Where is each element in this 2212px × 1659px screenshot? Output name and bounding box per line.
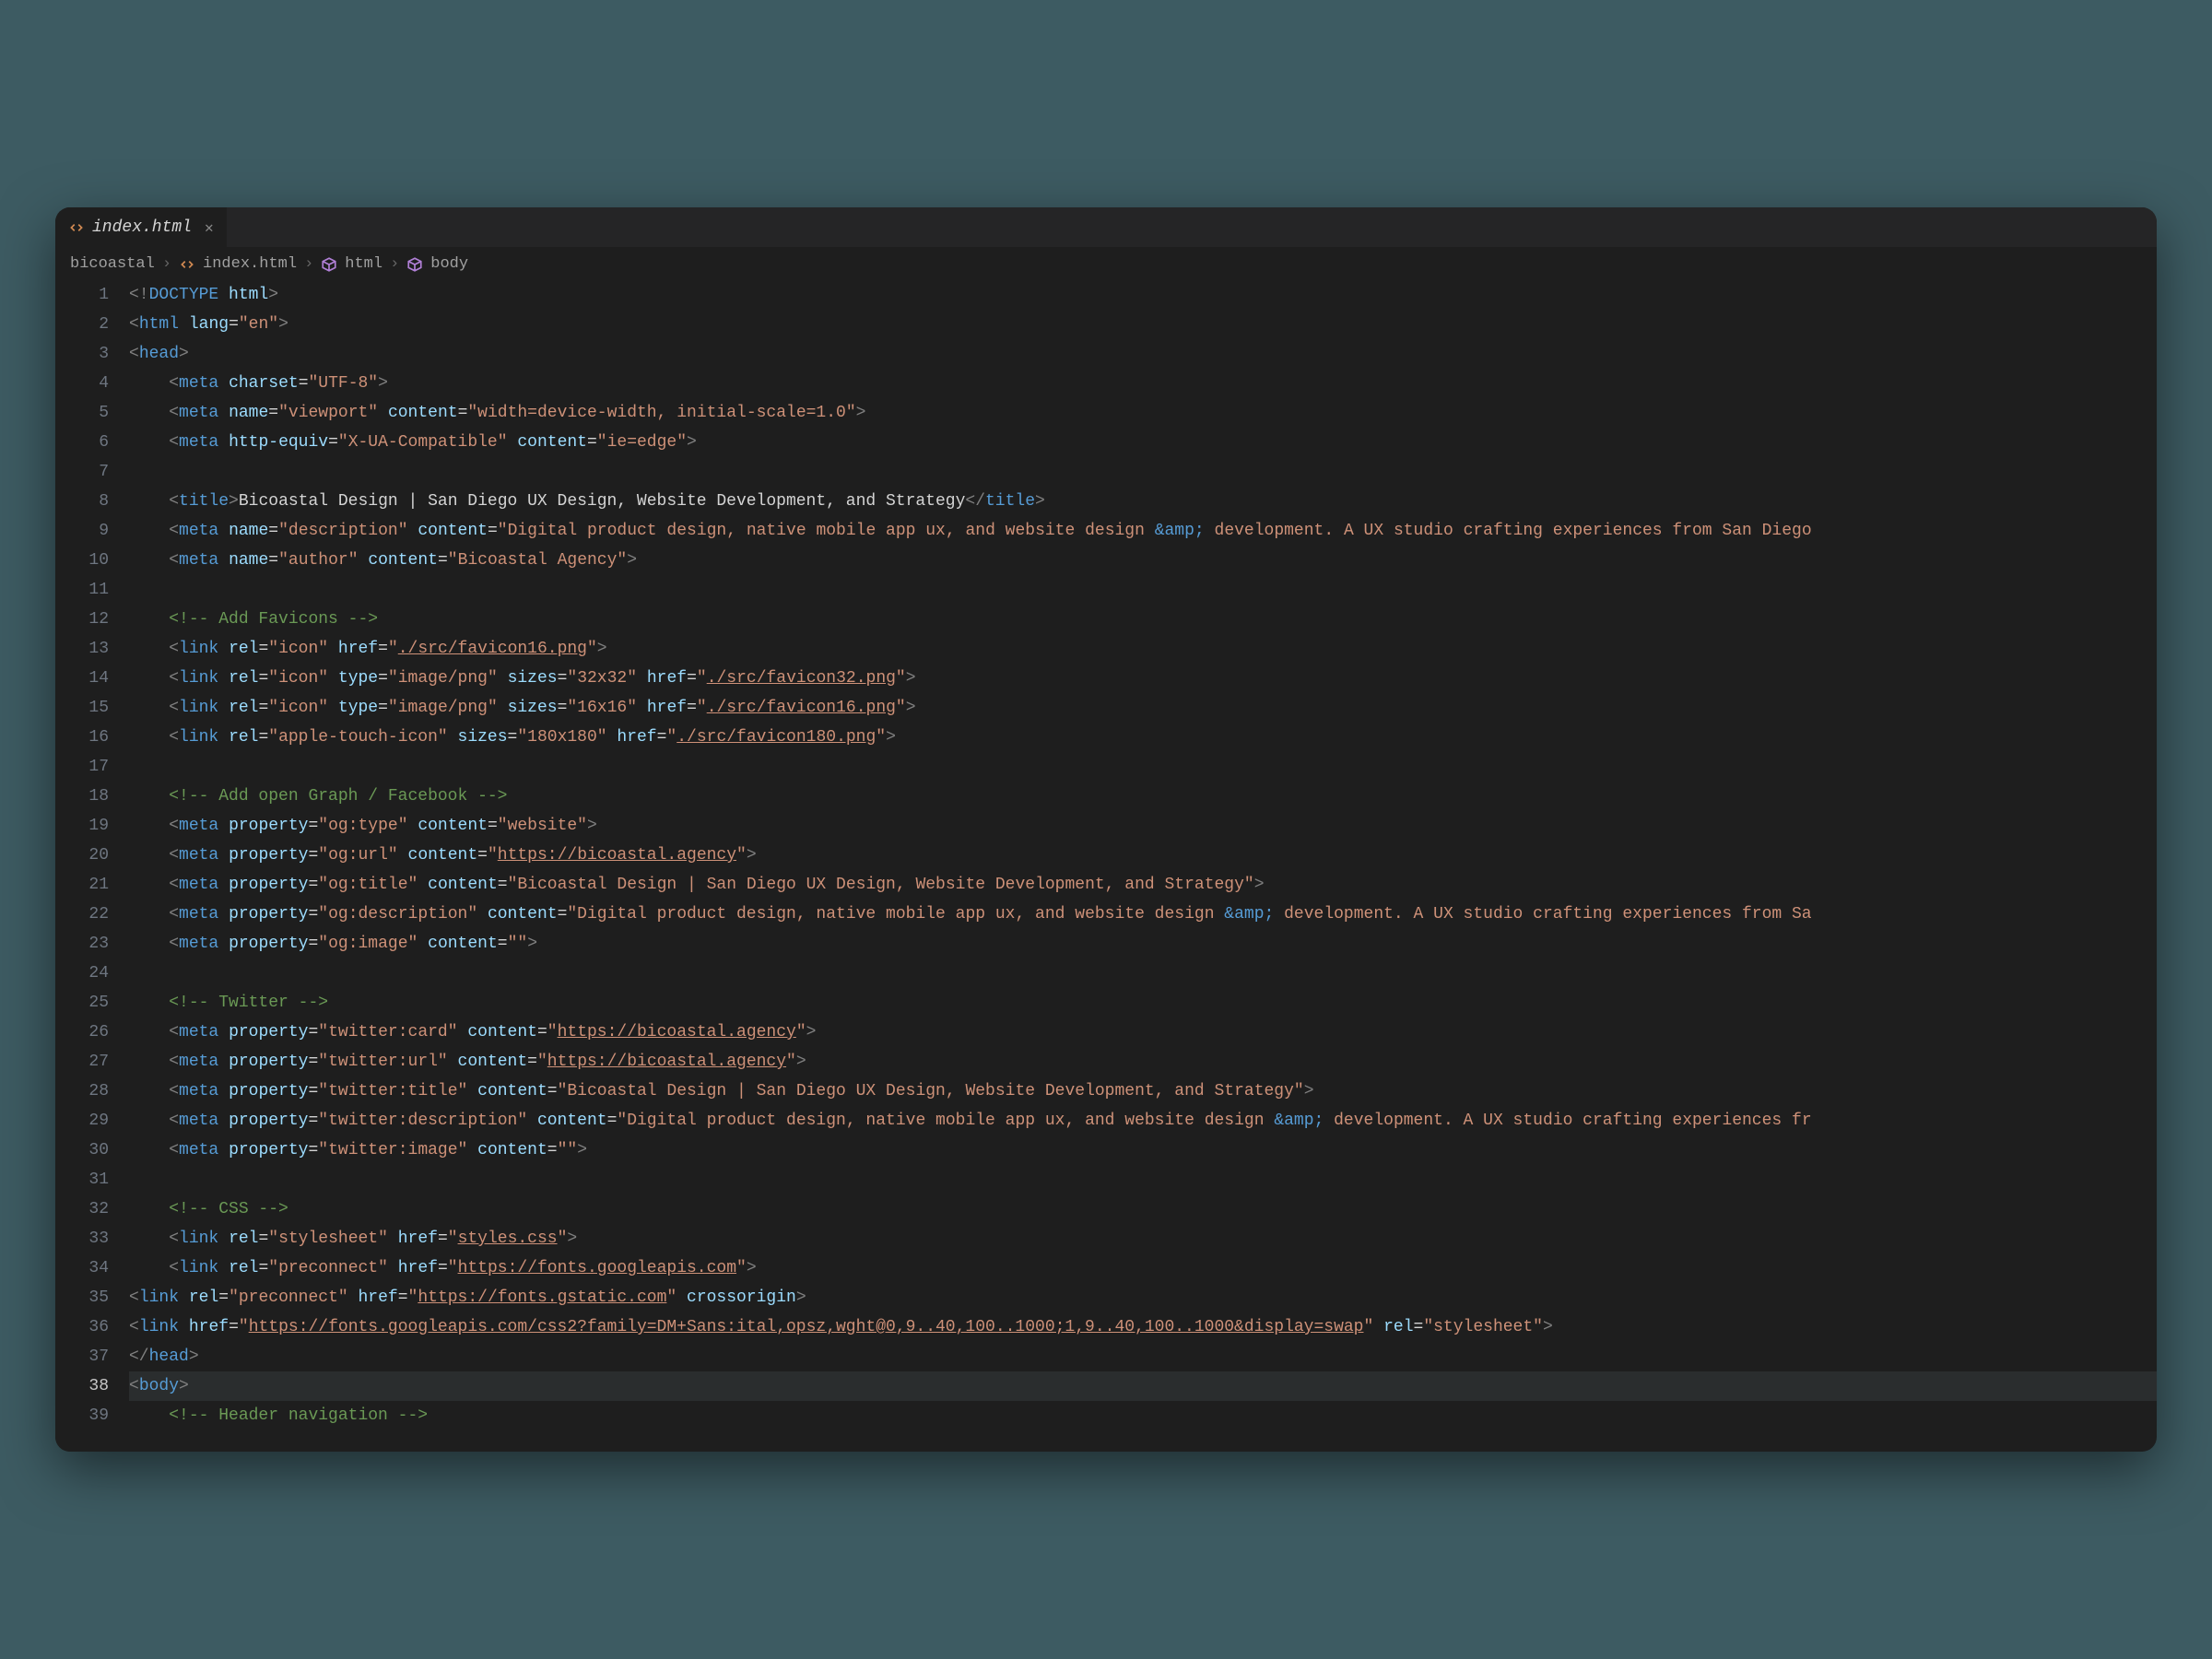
line-number: 9 <box>55 516 109 546</box>
line-number: 37 <box>55 1342 109 1371</box>
file-code-icon <box>179 256 195 273</box>
code-line[interactable] <box>129 752 2157 782</box>
line-number: 22 <box>55 900 109 929</box>
line-number: 1 <box>55 280 109 310</box>
code-line[interactable]: <meta property="twitter:image" content="… <box>129 1135 2157 1165</box>
line-number: 32 <box>55 1194 109 1224</box>
tab-bar: index.html ✕ <box>55 207 2157 248</box>
code-line[interactable]: <link rel="icon" href="./src/favicon16.p… <box>129 634 2157 664</box>
code-line[interactable]: <meta property="og:title" content="Bicoa… <box>129 870 2157 900</box>
line-number: 5 <box>55 398 109 428</box>
line-number: 3 <box>55 339 109 369</box>
line-number: 20 <box>55 841 109 870</box>
line-number: 11 <box>55 575 109 605</box>
code-line[interactable]: <link rel="icon" type="image/png" sizes=… <box>129 664 2157 693</box>
breadcrumb-item[interactable]: index.html <box>203 255 297 273</box>
code-line[interactable]: <link rel="preconnect" href="https://fon… <box>129 1283 2157 1312</box>
code-line[interactable]: <link rel="preconnect" href="https://fon… <box>129 1253 2157 1283</box>
code-line[interactable]: <html lang="en"> <box>129 310 2157 339</box>
code-line[interactable]: <link rel="apple-touch-icon" sizes="180x… <box>129 723 2157 752</box>
line-number: 14 <box>55 664 109 693</box>
tab-filename: index.html <box>92 218 192 237</box>
line-number: 30 <box>55 1135 109 1165</box>
code-line[interactable] <box>129 959 2157 988</box>
breadcrumb: bicoastal › index.html › html › body <box>55 248 2157 280</box>
code-line[interactable]: <meta property="twitter:card" content="h… <box>129 1018 2157 1047</box>
line-number: 18 <box>55 782 109 811</box>
code-line[interactable]: <body> <box>129 1371 2157 1401</box>
breadcrumb-item[interactable]: body <box>430 255 468 273</box>
code-line[interactable]: <meta property="og:type" content="websit… <box>129 811 2157 841</box>
line-number: 16 <box>55 723 109 752</box>
tab-index-html[interactable]: index.html ✕ <box>55 207 228 247</box>
line-number: 8 <box>55 487 109 516</box>
code-line[interactable] <box>129 1165 2157 1194</box>
code-line[interactable]: <meta property="og:url" content="https:/… <box>129 841 2157 870</box>
file-code-icon <box>68 219 85 236</box>
chevron-right-icon: › <box>390 255 399 273</box>
code-line[interactable]: <!-- Add Favicons --> <box>129 605 2157 634</box>
line-number: 35 <box>55 1283 109 1312</box>
code-line[interactable]: <head> <box>129 339 2157 369</box>
line-number: 24 <box>55 959 109 988</box>
line-number: 19 <box>55 811 109 841</box>
chevron-right-icon: › <box>304 255 313 273</box>
breadcrumb-item[interactable]: bicoastal <box>70 255 155 273</box>
code-line[interactable]: <!-- Header navigation --> <box>129 1401 2157 1430</box>
code-line[interactable]: <meta charset="UTF-8"> <box>129 369 2157 398</box>
code-line[interactable]: <link rel="stylesheet" href="styles.css"… <box>129 1224 2157 1253</box>
code-line[interactable]: <!-- Twitter --> <box>129 988 2157 1018</box>
code-line[interactable]: </head> <box>129 1342 2157 1371</box>
breadcrumb-item[interactable]: html <box>345 255 382 273</box>
line-number: 27 <box>55 1047 109 1077</box>
line-number: 25 <box>55 988 109 1018</box>
line-number: 10 <box>55 546 109 575</box>
line-number: 4 <box>55 369 109 398</box>
line-number: 38 <box>55 1371 109 1401</box>
code-line[interactable]: <title>Bicoastal Design | San Diego UX D… <box>129 487 2157 516</box>
line-number: 21 <box>55 870 109 900</box>
code-line[interactable]: <meta http-equiv="X-UA-Compatible" conte… <box>129 428 2157 457</box>
code-line[interactable] <box>129 575 2157 605</box>
line-number: 28 <box>55 1077 109 1106</box>
code-line[interactable]: <link rel="icon" type="image/png" sizes=… <box>129 693 2157 723</box>
code-line[interactable]: <meta name="viewport" content="width=dev… <box>129 398 2157 428</box>
line-number: 2 <box>55 310 109 339</box>
code-line[interactable]: <!DOCTYPE html> <box>129 280 2157 310</box>
line-number: 36 <box>55 1312 109 1342</box>
line-number: 39 <box>55 1401 109 1430</box>
line-number: 12 <box>55 605 109 634</box>
line-number: 29 <box>55 1106 109 1135</box>
close-icon[interactable]: ✕ <box>205 218 214 237</box>
code-line[interactable]: <link href="https://fonts.googleapis.com… <box>129 1312 2157 1342</box>
code-line[interactable]: <!-- Add open Graph / Facebook --> <box>129 782 2157 811</box>
line-number: 23 <box>55 929 109 959</box>
code-line[interactable]: <meta name="description" content="Digita… <box>129 516 2157 546</box>
code-editor[interactable]: 1234567891011121314151617181920212223242… <box>55 280 2157 1452</box>
line-number-gutter: 1234567891011121314151617181920212223242… <box>55 280 129 1452</box>
code-line[interactable]: <meta property="twitter:title" content="… <box>129 1077 2157 1106</box>
line-number: 33 <box>55 1224 109 1253</box>
editor-window: index.html ✕ bicoastal › index.html › ht… <box>55 207 2157 1452</box>
chevron-right-icon: › <box>162 255 171 273</box>
code-area[interactable]: <!DOCTYPE html><html lang="en"><head> <m… <box>129 280 2157 1452</box>
code-line[interactable]: <meta property="og:image" content=""> <box>129 929 2157 959</box>
line-number: 15 <box>55 693 109 723</box>
line-number: 17 <box>55 752 109 782</box>
symbol-icon <box>406 256 423 273</box>
symbol-icon <box>321 256 337 273</box>
line-number: 34 <box>55 1253 109 1283</box>
code-line[interactable] <box>129 457 2157 487</box>
code-line[interactable]: <!-- CSS --> <box>129 1194 2157 1224</box>
line-number: 13 <box>55 634 109 664</box>
code-line[interactable]: <meta property="twitter:description" con… <box>129 1106 2157 1135</box>
line-number: 26 <box>55 1018 109 1047</box>
line-number: 31 <box>55 1165 109 1194</box>
code-line[interactable]: <meta property="og:description" content=… <box>129 900 2157 929</box>
line-number: 7 <box>55 457 109 487</box>
code-line[interactable]: <meta property="twitter:url" content="ht… <box>129 1047 2157 1077</box>
line-number: 6 <box>55 428 109 457</box>
code-line[interactable]: <meta name="author" content="Bicoastal A… <box>129 546 2157 575</box>
